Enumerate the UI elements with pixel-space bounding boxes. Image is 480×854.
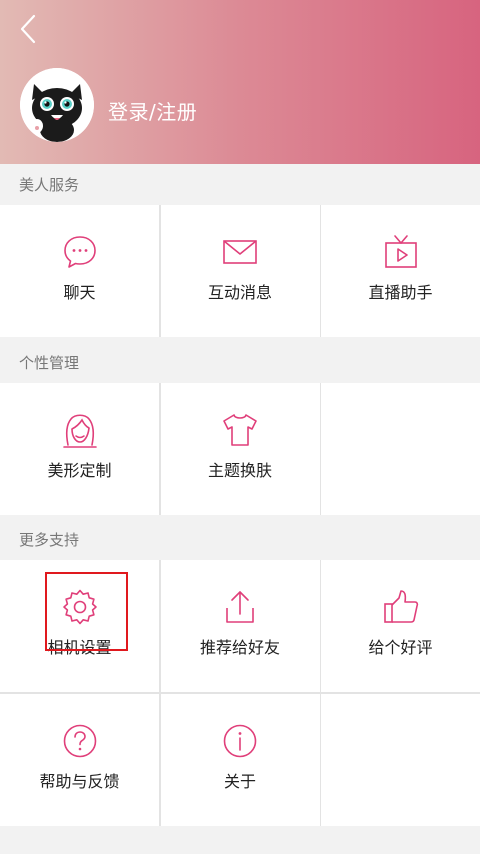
section-title-more-support: 更多支持	[19, 531, 80, 549]
tshirt-icon	[223, 414, 257, 446]
chat-bubble-icon	[63, 236, 96, 268]
help-feedback-item[interactable]: 帮助与反馈	[0, 693, 159, 826]
avatar[interactable]	[20, 68, 94, 142]
thumbs-up-icon	[383, 590, 418, 623]
recommend-to-friends-label: 推荐给好友	[199, 638, 280, 657]
empty-cell	[321, 383, 480, 515]
help-feedback-label: 帮助与反馈	[39, 771, 120, 791]
login-register-link[interactable]: 登录/注册	[108, 96, 197, 125]
give-rating-label: 给个好评	[368, 638, 433, 657]
give-rating-item[interactable]: 给个好评	[321, 560, 480, 692]
profile-header: 登录/注册	[0, 0, 480, 164]
section-title-beauty-service: 美人服务	[19, 176, 80, 194]
camera-settings-item[interactable]: 相机设置	[0, 560, 159, 692]
personal-management-grid: 美形定制 主题换肤	[0, 383, 480, 515]
beauty-shape-custom-label: 美形定制	[47, 461, 112, 480]
beauty-service-grid: 聊天 互动消息 直播助手	[0, 205, 480, 337]
back-button[interactable]	[14, 12, 42, 46]
chevron-left-icon	[20, 14, 36, 44]
about-item[interactable]: 关于	[160, 693, 320, 826]
section-title-personal-management: 个性管理	[19, 354, 80, 372]
info-icon	[223, 724, 257, 757]
black-cat-avatar-icon	[20, 68, 94, 142]
interactive-messages-item[interactable]: 互动消息	[160, 205, 320, 337]
live-assistant-item[interactable]: 直播助手	[321, 205, 480, 337]
tv-icon	[384, 235, 417, 268]
beauty-shape-custom-item[interactable]: 美形定制	[0, 383, 159, 515]
interactive-messages-label: 互动消息	[207, 283, 272, 302]
about-label: 关于	[223, 771, 256, 791]
live-assistant-label: 直播助手	[368, 283, 433, 302]
chat-item[interactable]: 聊天	[0, 205, 159, 337]
question-icon	[63, 724, 96, 757]
envelope-icon	[223, 240, 257, 264]
gear-icon	[62, 589, 97, 625]
woman-face-icon	[62, 414, 97, 448]
empty-cell	[321, 693, 480, 826]
camera-settings-label: 相机设置	[47, 638, 112, 657]
share-icon	[226, 591, 254, 623]
theme-skin-label: 主题换肤	[207, 461, 272, 480]
chat-label: 聊天	[63, 283, 96, 302]
more-support-grid: 相机设置 推荐给好友 给个好评 帮助与反馈 关于	[0, 560, 480, 826]
recommend-to-friends-item[interactable]: 推荐给好友	[160, 560, 320, 692]
theme-skin-item[interactable]: 主题换肤	[160, 383, 320, 515]
